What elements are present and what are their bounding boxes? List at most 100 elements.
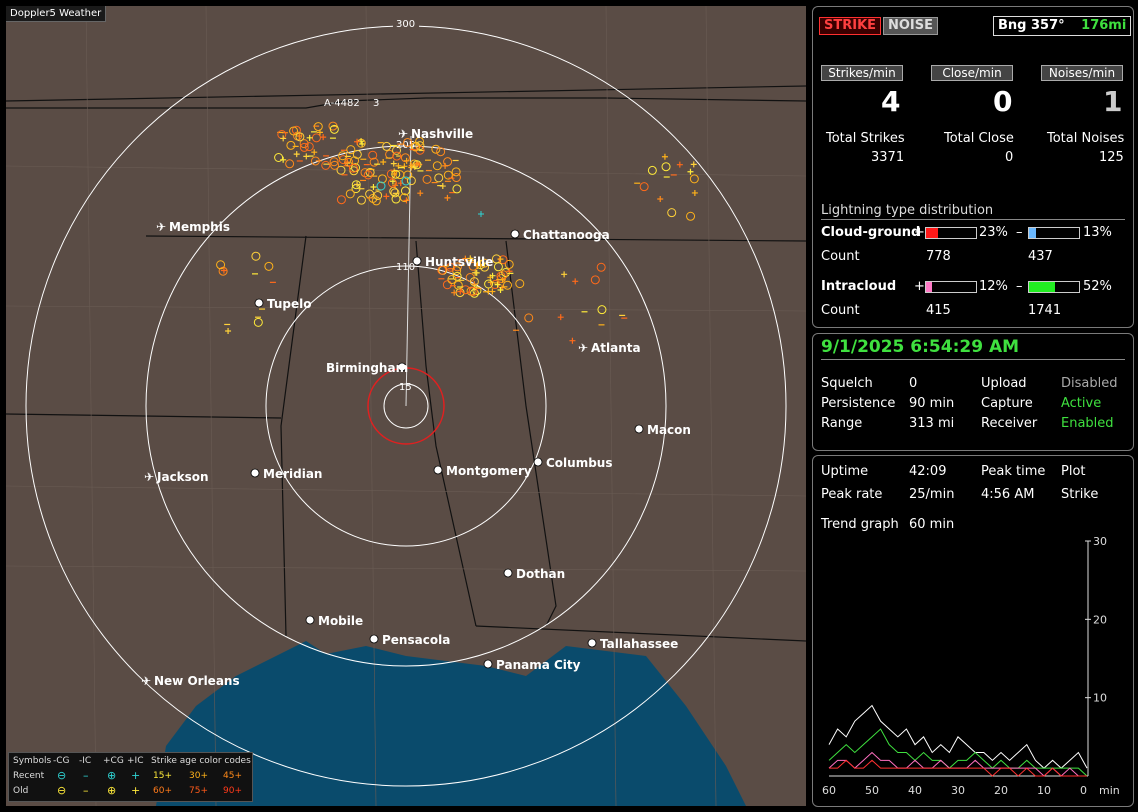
total-close-label: Total Close [944,131,1014,146]
ic-neg-sign: – [1016,279,1023,294]
city-name: Columbus [546,456,613,470]
city-name: Atlanta [591,341,641,355]
city-name: Panama City [496,658,581,672]
city-dot-icon [483,659,493,669]
legend-age-o1: 60+ [153,786,172,796]
strike-marker [442,162,449,169]
city-name: Montgomery [446,464,532,478]
strike-marker [596,262,606,272]
strike-marker [439,183,446,190]
strikes-per-min-value: 4 [881,85,901,118]
strike-marker [661,153,668,160]
peak-time-value: 4:56 AM [981,487,1035,502]
legend-old-pcg-icon: ⊕ [107,784,117,797]
city-dot-icon [587,638,597,648]
status-panel: 9/1/2025 6:54:29 AM Squelch 0 Upload Dis… [812,333,1134,451]
close-per-min-value: 0 [993,85,1013,118]
legend-col-pcg: +CG [103,756,124,766]
plot-value[interactable]: Strike [1061,487,1098,502]
city-name: Mobile [318,614,363,628]
strike-marker-recent [478,211,484,217]
strike-marker [401,163,408,170]
trend-series-line [828,728,1088,777]
strike-marker [285,159,295,169]
strike-marker [432,161,442,171]
ic-neg-count: 1741 [1028,303,1062,318]
ic-neg-pct: 52% [1083,279,1112,294]
x-tick-label: 50 [865,784,879,797]
city-name: Huntsville [425,255,493,269]
total-noises-value: 125 [1099,150,1124,165]
noise-button[interactable]: NOISE [883,17,939,35]
city-meridian: Meridian [250,467,322,481]
strike-marker [403,157,410,164]
strike-marker [293,151,300,158]
x-tick-label: 20 [994,784,1008,797]
receiver-label: Receiver [981,416,1038,431]
legend-age-o3: 90+ [223,786,242,796]
city-dot-icon [250,468,260,478]
strike-marker [661,162,671,172]
noises-per-min-value: 1 [1103,85,1123,118]
cg-pos-count: 778 [926,249,951,264]
strike-marker [289,126,299,136]
city-dot-icon [305,615,315,625]
strike-marker [431,144,441,154]
trend-span: 60 min [909,517,955,532]
strike-marker [442,280,452,290]
city-dot-icon [412,256,422,266]
trend-graph: 30 20 10 60 50 40 30 20 10 0 min [822,535,1120,797]
strike-marker [687,168,694,175]
city-dot-icon [510,229,520,239]
strike-marker [639,182,649,192]
strike-marker [311,149,318,156]
strike-marker [676,161,683,168]
strike-marker [383,193,390,200]
city-name: Pensacola [382,633,450,647]
total-strikes-value: 3371 [871,150,905,165]
legend-age-o2: 75+ [189,786,208,796]
close-per-min-label: Close/min [931,65,1013,81]
range-label-300: 300 [396,19,415,30]
city-pensacola: Pensacola [369,633,450,647]
capture-label: Capture [981,396,1033,411]
legend-recent-pcg-icon: ⊕ [107,769,117,782]
ic-pos-sign: + [914,279,925,294]
total-close-value: 0 [1005,150,1014,165]
legend-col-pic: +IC [127,756,144,766]
city-name: New Orleans [154,674,240,688]
strike-marker [493,262,503,272]
city-atlanta: ✈ Atlanta [578,341,641,355]
city-name: Macon [647,423,691,437]
capture-value: Active [1061,396,1102,411]
x-tick-label: 0 [1080,784,1087,797]
airplane-icon: ✈ [398,127,408,141]
strike-marker [306,134,313,141]
city-name: Tallahassee [600,637,678,651]
strike-marker [345,189,355,199]
x-tick-label: 10 [1037,784,1051,797]
strike-marker [691,189,698,196]
cg-pos-bar [925,227,977,239]
city-birmingham: Birmingham [326,361,408,375]
strike-button[interactable]: STRIKE [819,17,882,35]
y-tick-label: 20 [1093,613,1107,626]
symbol-legend: Symbols -CG -IC +CG +IC Strike age color… [8,752,253,802]
y-tick-label: 30 [1093,535,1107,548]
radar-map[interactable]: 300 205 110 15 ✈ Nashville ✈ Memphis Chattan… [6,6,806,806]
peak-rate-label: Peak rate [821,487,883,502]
strike-marker [251,251,261,261]
bearing-readout: Bng 357° 176mi [993,16,1132,36]
y-tick-label: 10 [1093,692,1107,705]
city-dot-icon [433,465,443,475]
legend-old-nic-icon: – [83,784,89,797]
strike-marker [336,195,346,205]
strike-marker [561,271,568,278]
strike-marker-suffix: 3 [373,98,379,109]
city-new-orleans: ✈ New Orleans [141,674,240,688]
city-dot-icon [533,457,543,467]
squelch-label: Squelch [821,376,873,391]
strike-marker [590,275,600,285]
strike-marker [320,134,327,141]
legend-col-nic: -IC [79,756,92,766]
